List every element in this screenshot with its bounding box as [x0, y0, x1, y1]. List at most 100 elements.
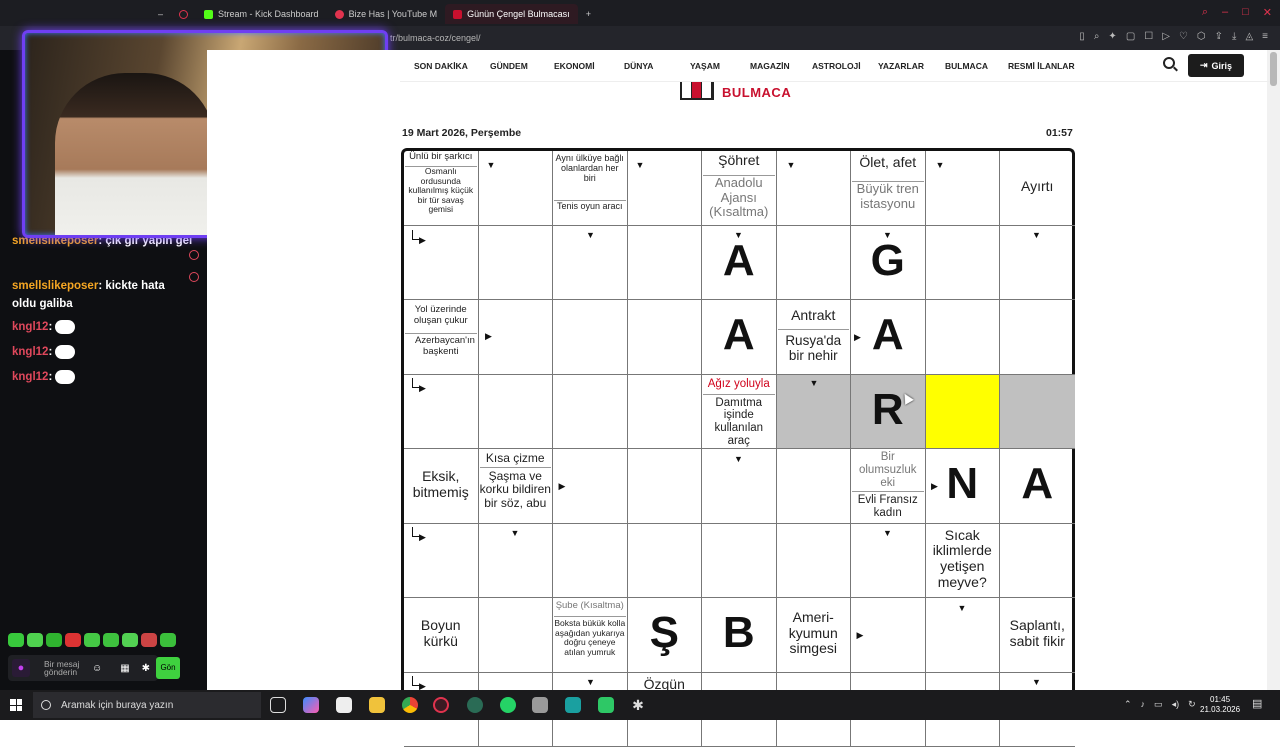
puzzle-cell[interactable]: A	[1000, 449, 1075, 524]
settings-icon[interactable]: ✱	[142, 663, 150, 674]
mod-action-icon[interactable]	[189, 272, 199, 282]
puzzle-cell[interactable]: Ş	[628, 598, 703, 673]
scrollbar[interactable]	[1267, 50, 1280, 690]
puzzle-cell[interactable]: ▶	[404, 375, 479, 450]
task-view-icon[interactable]	[270, 697, 286, 713]
nav-ekonomi[interactable]: EKONOMİ	[554, 61, 595, 71]
emote-icon[interactable]	[46, 633, 62, 647]
sync-icon[interactable]: ↻	[1188, 699, 1196, 710]
chevron-up-icon[interactable]: ⌃	[1124, 699, 1132, 710]
folder-icon[interactable]	[369, 697, 385, 713]
chat-username[interactable]: kngl12	[12, 371, 48, 383]
active-cell[interactable]	[926, 375, 1001, 450]
copilot-icon[interactable]	[303, 697, 319, 713]
tab-cengel[interactable]: Günün Çengel Bulmacası	[445, 4, 578, 24]
nav-dunya[interactable]: DÜNYA	[624, 61, 653, 71]
puzzle-cell[interactable]	[777, 226, 852, 301]
close-icon[interactable]: ✕	[1263, 6, 1272, 19]
puzzle-cell[interactable]: B	[702, 598, 777, 673]
notification-icon[interactable]: ▤	[1252, 697, 1268, 713]
sidebar-icon[interactable]: ▯	[1079, 31, 1085, 42]
send-button[interactable]: Gön	[156, 657, 180, 679]
chat-username[interactable]: smellslikeposer	[12, 280, 98, 292]
menu-icon[interactable]: ≡	[1262, 31, 1268, 42]
puzzle-cell[interactable]	[628, 375, 703, 450]
puzzle-cell[interactable]	[851, 524, 926, 599]
microphone-icon[interactable]: ●	[12, 659, 30, 677]
emoji-icon[interactable]: ☺	[92, 663, 102, 674]
microphone-icon[interactable]: ♪	[1141, 699, 1146, 710]
emote-icon[interactable]	[141, 633, 157, 647]
kick-app-icon[interactable]	[598, 697, 614, 713]
search-icon[interactable]	[1163, 57, 1175, 69]
chat-input[interactable]: ● Bir mesaj gönderin ☺ ▦ ✱	[8, 655, 158, 681]
search-tabs-icon[interactable]: ⌕	[1202, 6, 1208, 19]
puzzle-cell[interactable]	[1000, 375, 1075, 450]
puzzle-cell[interactable]: ▼	[479, 151, 554, 226]
puzzle-cell[interactable]: ▼	[926, 151, 1001, 226]
puzzle-cell[interactable]	[628, 524, 703, 599]
network-icon[interactable]: ▭	[1154, 699, 1163, 710]
puzzle-cell[interactable]: R	[851, 375, 926, 450]
tab-youtube[interactable]: Bize Has | YouTube M	[327, 4, 446, 24]
share-icon[interactable]: ⇪	[1215, 31, 1223, 42]
taskbar-search[interactable]: Aramak için buraya yazın	[33, 692, 261, 718]
puzzle-cell[interactable]: A	[702, 226, 777, 301]
emote-icon[interactable]	[103, 633, 119, 647]
download-icon[interactable]: ⤓	[1232, 31, 1236, 42]
puzzle-cell[interactable]	[1000, 300, 1075, 375]
taskbar-clock[interactable]: 01:45 21.03.2026	[1200, 695, 1240, 715]
tab-minimize-icon[interactable]: –	[150, 4, 171, 24]
emote-icon[interactable]	[160, 633, 176, 647]
puzzle-cell[interactable]	[479, 226, 554, 301]
app-icon[interactable]	[467, 697, 483, 713]
nav-astroloji[interactable]: ASTROLOJİ	[812, 61, 861, 71]
emote-icon[interactable]	[65, 633, 81, 647]
nav-magazin[interactable]: MAGAZİN	[750, 61, 790, 71]
puzzle-cell[interactable]	[777, 449, 852, 524]
puzzle-cell[interactable]: ▼	[777, 151, 852, 226]
pin-icon[interactable]: ✦	[1108, 31, 1116, 42]
file-icon[interactable]	[336, 697, 352, 713]
puzzle-cell[interactable]	[553, 375, 628, 450]
puzzle-cell[interactable]	[702, 449, 777, 524]
puzzle-cell[interactable]	[479, 375, 554, 450]
url-field[interactable]: tr/bulmaca-coz/cengel/	[390, 33, 481, 43]
puzzle-cell[interactable]	[553, 524, 628, 599]
store-icon[interactable]: ▦	[120, 663, 129, 674]
nav-yasam[interactable]: YAŞAM	[690, 61, 720, 71]
emote-icon[interactable]	[84, 633, 100, 647]
emote-icon[interactable]	[122, 633, 138, 647]
maximize-icon[interactable]: □	[1242, 6, 1249, 19]
puzzle-cell[interactable]	[479, 524, 554, 599]
tab-kick[interactable]: Stream - Kick Dashboard	[196, 4, 327, 24]
puzzle-cell[interactable]	[479, 598, 554, 673]
browser-menu-icon[interactable]	[171, 4, 196, 24]
puzzle-cell[interactable]	[628, 226, 703, 301]
puzzle-cell[interactable]	[553, 226, 628, 301]
heart-icon[interactable]: ♡	[1179, 31, 1188, 42]
puzzle-cell[interactable]	[479, 300, 554, 375]
login-button[interactable]: ⇥ Giriş	[1188, 54, 1244, 77]
puzzle-cell[interactable]	[926, 598, 1001, 673]
windows-start-icon[interactable]	[10, 699, 22, 711]
puzzle-cell[interactable]: A	[702, 300, 777, 375]
puzzle-cell[interactable]: ▶	[404, 524, 479, 599]
puzzle-cell[interactable]: ▼	[628, 151, 703, 226]
chat-username[interactable]: kngl12	[12, 321, 48, 333]
puzzle-cell[interactable]	[553, 300, 628, 375]
puzzle-cell[interactable]	[628, 449, 703, 524]
puzzle-cell[interactable]: N	[926, 449, 1001, 524]
puzzle-cell[interactable]	[702, 524, 777, 599]
nav-resmi-ilanlar[interactable]: RESMİ İLANLAR	[1008, 61, 1075, 71]
nav-gundem[interactable]: GÜNDEM	[490, 61, 528, 71]
nav-yazarlar[interactable]: YAZARLAR	[878, 61, 924, 71]
bookmark-icon[interactable]: ☐	[1144, 31, 1153, 42]
ai-icon[interactable]: ◬	[1245, 31, 1253, 42]
scrollbar-thumb[interactable]	[1270, 52, 1277, 86]
opera-icon[interactable]	[433, 697, 449, 713]
puzzle-cell[interactable]	[777, 524, 852, 599]
puzzle-cell[interactable]: ▶A	[851, 300, 926, 375]
emote-icon[interactable]	[8, 633, 24, 647]
puzzle-cell[interactable]: ▶	[404, 226, 479, 301]
